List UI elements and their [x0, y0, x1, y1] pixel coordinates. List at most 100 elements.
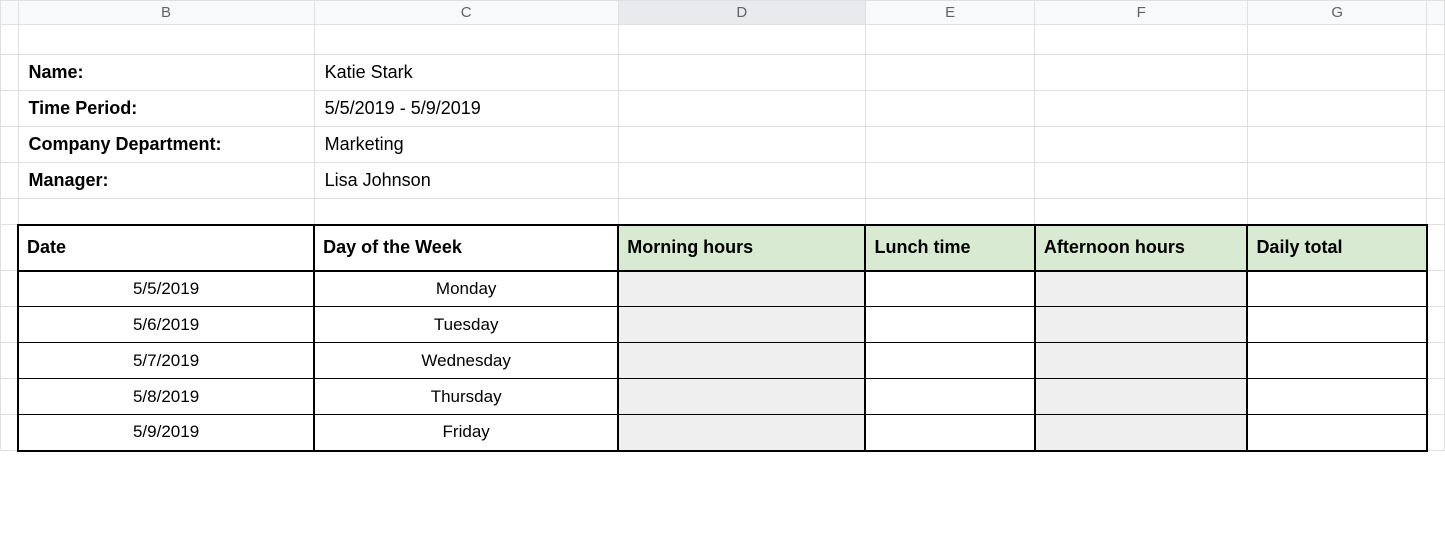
cell[interactable] — [18, 199, 314, 225]
dept-label[interactable]: Company Department: — [18, 127, 314, 163]
cell[interactable] — [314, 199, 618, 225]
cell[interactable] — [1, 55, 19, 91]
td-total[interactable] — [1247, 343, 1427, 379]
cell[interactable] — [618, 25, 865, 55]
cell[interactable] — [865, 55, 1034, 91]
td-date[interactable]: 5/6/2019 — [18, 307, 314, 343]
cell[interactable] — [1035, 91, 1248, 127]
cell[interactable] — [1035, 163, 1248, 199]
td-total[interactable] — [1247, 415, 1427, 451]
td-lunch[interactable] — [865, 271, 1034, 307]
td-day[interactable]: Thursday — [314, 379, 618, 415]
cell[interactable] — [865, 91, 1034, 127]
cell[interactable] — [865, 127, 1034, 163]
td-morning[interactable] — [618, 271, 865, 307]
td-day[interactable]: Friday — [314, 415, 618, 451]
th-total[interactable]: Daily total — [1247, 225, 1427, 271]
cell[interactable] — [618, 91, 865, 127]
td-morning[interactable] — [618, 379, 865, 415]
cell[interactable] — [865, 25, 1034, 55]
period-value[interactable]: 5/5/2019 - 5/9/2019 — [314, 91, 618, 127]
corner-cell[interactable] — [1, 1, 19, 25]
cell[interactable] — [865, 163, 1034, 199]
th-day[interactable]: Day of the Week — [314, 225, 618, 271]
cell[interactable] — [1, 271, 19, 307]
cell[interactable] — [1427, 271, 1445, 307]
td-total[interactable] — [1247, 307, 1427, 343]
cell[interactable] — [1, 307, 19, 343]
cell[interactable] — [1035, 55, 1248, 91]
column-header-b[interactable]: B — [18, 1, 314, 25]
cell[interactable] — [1427, 25, 1445, 55]
th-lunch[interactable]: Lunch time — [865, 225, 1034, 271]
td-morning[interactable] — [618, 415, 865, 451]
cell[interactable] — [1427, 379, 1445, 415]
cell[interactable] — [1247, 55, 1427, 91]
cell[interactable] — [865, 199, 1034, 225]
cell[interactable] — [1427, 343, 1445, 379]
cell[interactable] — [1427, 199, 1445, 225]
td-day[interactable]: Wednesday — [314, 343, 618, 379]
th-afternoon[interactable]: Afternoon hours — [1035, 225, 1248, 271]
td-afternoon[interactable] — [1035, 343, 1248, 379]
cell[interactable] — [1035, 199, 1248, 225]
column-header-e[interactable]: E — [865, 1, 1034, 25]
cell[interactable] — [314, 25, 618, 55]
column-header-g[interactable]: G — [1247, 1, 1427, 25]
cell[interactable] — [618, 127, 865, 163]
column-header-d[interactable]: D — [618, 1, 865, 25]
cell[interactable] — [18, 25, 314, 55]
td-date[interactable]: 5/7/2019 — [18, 343, 314, 379]
cell[interactable] — [1247, 25, 1427, 55]
cell[interactable] — [1247, 199, 1427, 225]
th-date[interactable]: Date — [18, 225, 314, 271]
td-afternoon[interactable] — [1035, 307, 1248, 343]
dept-value[interactable]: Marketing — [314, 127, 618, 163]
cell[interactable] — [1, 199, 19, 225]
cell[interactable] — [1247, 91, 1427, 127]
td-lunch[interactable] — [865, 307, 1034, 343]
manager-label[interactable]: Manager: — [18, 163, 314, 199]
name-label[interactable]: Name: — [18, 55, 314, 91]
cell[interactable] — [1427, 225, 1445, 271]
td-day[interactable]: Monday — [314, 271, 618, 307]
td-date[interactable]: 5/5/2019 — [18, 271, 314, 307]
td-afternoon[interactable] — [1035, 271, 1248, 307]
cell[interactable] — [618, 163, 865, 199]
cell[interactable] — [1, 25, 19, 55]
manager-value[interactable]: Lisa Johnson — [314, 163, 618, 199]
td-morning[interactable] — [618, 307, 865, 343]
cell[interactable] — [1, 379, 19, 415]
column-header-f[interactable]: F — [1035, 1, 1248, 25]
cell[interactable] — [1427, 415, 1445, 451]
cell[interactable] — [1427, 91, 1445, 127]
td-lunch[interactable] — [865, 343, 1034, 379]
cell[interactable] — [1427, 163, 1445, 199]
td-date[interactable]: 5/9/2019 — [18, 415, 314, 451]
td-day[interactable]: Tuesday — [314, 307, 618, 343]
td-morning[interactable] — [618, 343, 865, 379]
cell[interactable] — [1035, 127, 1248, 163]
cell[interactable] — [618, 55, 865, 91]
cell[interactable] — [1427, 55, 1445, 91]
column-header-c[interactable]: C — [314, 1, 618, 25]
td-afternoon[interactable] — [1035, 415, 1248, 451]
cell[interactable] — [1247, 127, 1427, 163]
cell[interactable] — [1427, 307, 1445, 343]
th-morning[interactable]: Morning hours — [618, 225, 865, 271]
cell[interactable] — [1, 163, 19, 199]
cell[interactable] — [1035, 25, 1248, 55]
cell[interactable] — [1427, 127, 1445, 163]
name-value[interactable]: Katie Stark — [314, 55, 618, 91]
td-afternoon[interactable] — [1035, 379, 1248, 415]
td-lunch[interactable] — [865, 415, 1034, 451]
td-date[interactable]: 5/8/2019 — [18, 379, 314, 415]
td-total[interactable] — [1247, 271, 1427, 307]
cell[interactable] — [1, 127, 19, 163]
cell[interactable] — [618, 199, 865, 225]
cell[interactable] — [1, 225, 19, 271]
td-lunch[interactable] — [865, 379, 1034, 415]
cell[interactable] — [1, 343, 19, 379]
td-total[interactable] — [1247, 379, 1427, 415]
cell[interactable] — [1, 415, 19, 451]
